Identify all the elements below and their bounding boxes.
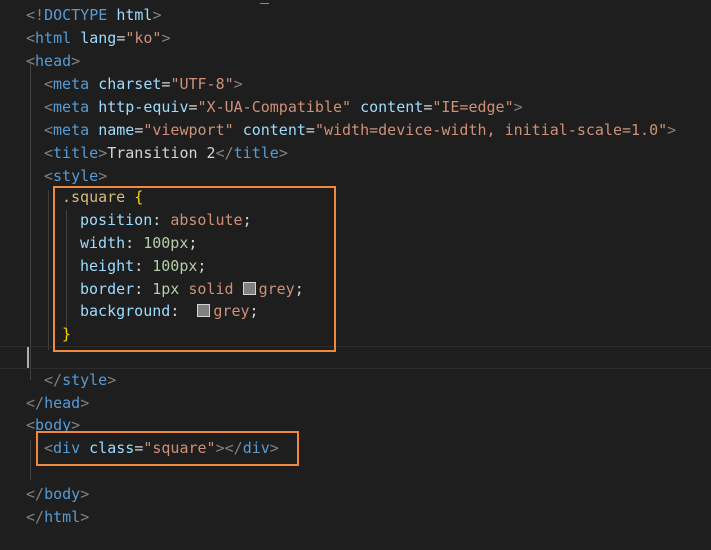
code-line-17[interactable]: </style>: [44, 369, 116, 392]
code-line-22[interactable]: </body>: [26, 483, 89, 506]
code-editor[interactable]: _ <!DOCTYPE html> <html lang="ko"> <head…: [0, 0, 711, 550]
div-element-highlight-box: [36, 431, 299, 466]
indent-guide: [30, 440, 31, 480]
code-line-7[interactable]: <title>Transition 2</title>: [44, 142, 288, 165]
code-line-1[interactable]: <!DOCTYPE html>: [26, 4, 161, 27]
code-line-2[interactable]: <html lang="ko">: [26, 27, 171, 50]
text-cursor: [27, 347, 29, 368]
css-rule-highlight-box: [53, 186, 336, 352]
code-line-4[interactable]: <meta charset="UTF-8">: [44, 73, 243, 96]
code-line-18[interactable]: </head>: [26, 392, 89, 415]
code-line-8[interactable]: <style>: [44, 165, 107, 188]
code-line-5[interactable]: <meta http-equiv="X-UA-Compatible" conte…: [44, 96, 523, 119]
code-line-23[interactable]: </html>: [26, 506, 89, 529]
indent-guide: [48, 190, 49, 350]
code-line-6[interactable]: <meta name="viewport" content="width=dev…: [44, 119, 676, 142]
indent-guide: [30, 60, 31, 380]
code-line-3[interactable]: <head>: [26, 50, 80, 73]
top-clipped-fragment: _: [260, 0, 269, 4]
